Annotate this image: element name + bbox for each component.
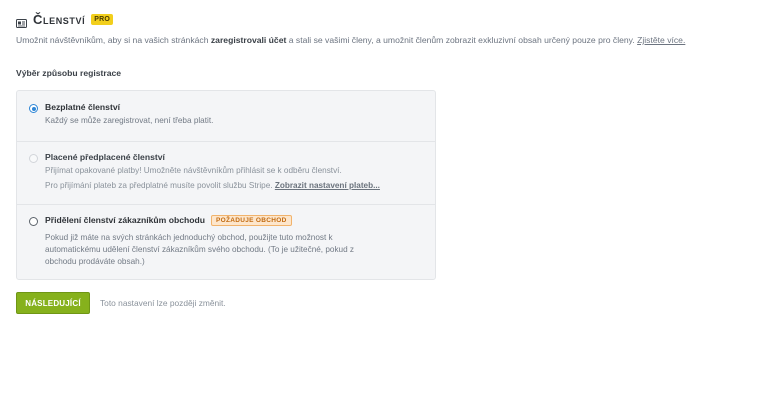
option-title: Bezplatné členství <box>45 102 120 112</box>
intro-text-part: a stali se vašimi členy, a umožnit členů… <box>286 35 638 45</box>
intro-bold-text: zaregistrovali účet <box>210 35 287 45</box>
option-note: Pro přijímání plateb za předplatné musít… <box>45 180 380 192</box>
intro-text: Umožnit návštěvníkům, aby si na vašich s… <box>16 35 685 45</box>
radio-store-customers[interactable] <box>29 217 38 226</box>
option-free-membership[interactable]: Bezplatné členství Každý se může zaregis… <box>17 91 435 142</box>
option-title-text: Přidělení členství zákazníkům obchodu <box>45 215 205 225</box>
learn-more-link[interactable]: Zjistěte více. <box>637 35 685 45</box>
section-title: Výběr způsobu registrace <box>16 68 122 78</box>
option-title: Placené předplacené členství <box>45 152 165 162</box>
hint-text: Toto nastavení lze později změnit. <box>100 298 226 308</box>
option-title: Přidělení členství zákazníkům obchodu POŽ… <box>45 215 292 227</box>
payment-settings-link[interactable]: Zobrazit nastavení plateb... <box>275 181 380 190</box>
option-store-customers[interactable]: Přidělení členství zákazníkům obchodu POŽ… <box>17 204 435 280</box>
option-description: Každý se může zaregistrovat, není třeba … <box>45 116 214 125</box>
page-title: Členství <box>33 12 86 27</box>
option-description-line: obchodu prodáváte obsah.) <box>45 257 145 266</box>
option-paid-membership: Placené předplacené členství Přijímat op… <box>17 141 435 205</box>
membership-card-icon <box>16 15 27 28</box>
radio-paid-membership <box>29 154 38 163</box>
option-description-line: Pokud již máte na svých stránkách jednod… <box>45 233 333 242</box>
intro-text-part: Umožnit návštěvníkům, aby si na vašich s… <box>16 35 211 45</box>
page-header: Členství PRO <box>16 12 113 28</box>
next-button[interactable]: NÁSLEDUJÍCÍ <box>16 292 90 314</box>
radio-free-membership[interactable] <box>29 104 38 113</box>
option-description-line: automatickému udělení členství zákazníků… <box>45 245 355 254</box>
pro-badge: PRO <box>91 14 113 25</box>
option-note-text: Pro přijímání plateb za předplatné musít… <box>45 181 275 190</box>
registration-options: Bezplatné členství Každý se může zaregis… <box>16 90 436 280</box>
requires-store-badge: POŽADUJE OBCHOD <box>210 215 292 227</box>
option-description: Přijímat opakované platby! Umožněte návš… <box>45 166 342 175</box>
